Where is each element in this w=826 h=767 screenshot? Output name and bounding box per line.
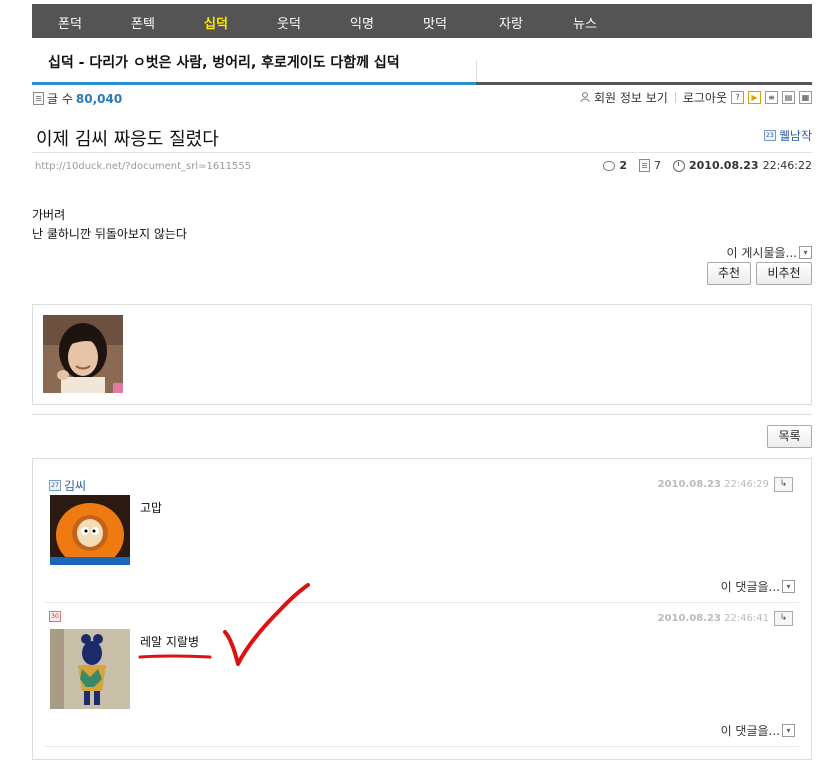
comment-date: 2010.08.23 22:46:41 — [658, 613, 769, 624]
nav-item-anonymous[interactable]: 익명 — [350, 13, 374, 32]
board-header: 십덕 - 다리가 ㅇ벗은 사람, 벙어리, 후로게이도 다함께 십덕 — [32, 38, 812, 84]
comment-time-value: 22:46:41 — [724, 613, 769, 624]
comment-menu[interactable]: 이 댓글을... ▾ — [721, 578, 795, 595]
top-navigation: 폰덕 폰텍 십덕 웃덕 익명 맛덕 자랑 뉴스 — [32, 4, 812, 38]
article-title: 이제 김씨 짜응도 질렸다 — [36, 129, 219, 150]
header-accent-line — [32, 82, 476, 85]
body-line: 가버려 — [32, 208, 66, 222]
section-divider — [32, 414, 812, 415]
nav-item-sipduck[interactable]: 십덕 — [204, 13, 228, 32]
nav-item-phone-duck[interactable]: 폰덕 — [58, 13, 82, 32]
chevron-down-icon[interactable]: ▾ — [799, 246, 812, 259]
reply-icon[interactable]: ↳ — [774, 611, 793, 626]
nav-item-food[interactable]: 맛덕 — [423, 13, 447, 32]
nav-item-funny[interactable]: 웃덕 — [277, 13, 301, 32]
play-icon[interactable]: ▶ — [748, 91, 761, 104]
comment-menu-label[interactable]: 이 댓글을... — [721, 722, 780, 739]
level-badge-icon: 27 — [49, 480, 61, 491]
post-count-value: 80,040 — [75, 91, 123, 106]
comment-count-icon — [603, 160, 616, 171]
body-line: 난 쿨하니깐 뒤돌아보지 않는다 — [32, 227, 187, 241]
nav-item-phone-tech[interactable]: 폰텍 — [131, 13, 155, 32]
comment-text: 고맙 — [140, 501, 163, 515]
comment-divider — [45, 746, 799, 747]
reply-icon[interactable]: ↳ — [774, 477, 793, 492]
comment-menu-label[interactable]: 이 댓글을... — [721, 578, 780, 595]
comment-author-name[interactable]: 김씨 — [64, 477, 86, 494]
article-body: 가버려 난 쿨하니깐 뒤돌아보지 않는다 — [32, 206, 187, 244]
this-post-menu[interactable]: 이 게시물을... ▾ — [727, 244, 812, 261]
header-base-line — [476, 82, 812, 85]
post-url[interactable]: http://10duck.net/?document_srl=1611555 — [35, 161, 251, 172]
checkmark-annotation-icon — [138, 583, 310, 666]
recommend-button[interactable]: 추천 — [707, 262, 751, 285]
view-count-icon — [639, 159, 650, 172]
board-title: 십덕 - 다리가 ㅇ벗은 사람, 벙어리, 후로게이도 다함께 십덕 — [48, 55, 400, 71]
utility-links: 회원 정보 보기 로그아웃 ? ▶ ≡ ▤ ▦ — [580, 89, 812, 106]
comment-menu[interactable]: 이 댓글을... ▾ — [721, 722, 795, 739]
post-count: 글 수 80,040 — [33, 90, 122, 107]
divider — [674, 92, 676, 103]
signature-photo — [43, 315, 123, 393]
user-icon — [580, 92, 590, 103]
comment-avatar — [50, 495, 130, 565]
post-time: 22:46:22 — [762, 159, 812, 172]
header-divider — [476, 60, 477, 82]
title-divider — [32, 152, 812, 153]
level-badge-icon: 30 — [49, 611, 61, 622]
nav-item-news[interactable]: 뉴스 — [573, 13, 597, 32]
level-badge-icon: 23 — [763, 130, 776, 141]
article-author[interactable]: 23 퀠남작 — [763, 127, 812, 144]
comment-author[interactable]: 27 김씨 — [49, 477, 86, 494]
article-author-name[interactable]: 퀠남작 — [779, 127, 812, 144]
comment-date-value: 2010.08.23 — [657, 613, 721, 624]
unrecommend-button[interactable]: 비추천 — [756, 262, 812, 285]
comment-date: 2010.08.23 22:46:29 — [658, 479, 769, 490]
clock-icon — [673, 159, 685, 172]
post-count-label: 글 수 — [47, 92, 73, 106]
gallery-view-icon[interactable]: ▦ — [799, 91, 812, 104]
signature-box — [32, 304, 812, 405]
view-count: 7 — [654, 159, 661, 172]
list-button[interactable]: 목록 — [767, 425, 812, 448]
comment-avatar — [50, 629, 130, 709]
webzine-view-icon[interactable]: ▤ — [782, 91, 795, 104]
document-icon — [33, 92, 44, 105]
comment-time-value: 22:46:29 — [724, 479, 769, 490]
comment-date-value: 2010.08.23 — [657, 479, 721, 490]
comment-count: 2 — [619, 159, 627, 172]
help-button[interactable]: ? — [731, 91, 744, 104]
this-post-label[interactable]: 이 게시물을... — [727, 244, 797, 261]
post-date: 2010.08.23 — [689, 159, 759, 172]
post-meta: 2 7 2010.08.23 22:46:22 — [603, 159, 812, 172]
member-info-link[interactable]: 회원 정보 보기 — [594, 89, 668, 106]
chevron-down-icon[interactable]: ▾ — [782, 724, 795, 737]
nav-item-boast[interactable]: 자랑 — [499, 13, 523, 32]
list-view-icon[interactable]: ≡ — [765, 91, 778, 104]
logout-link[interactable]: 로그아웃 — [683, 89, 727, 106]
comment-author[interactable]: 30 — [49, 611, 64, 622]
chevron-down-icon[interactable]: ▾ — [782, 580, 795, 593]
